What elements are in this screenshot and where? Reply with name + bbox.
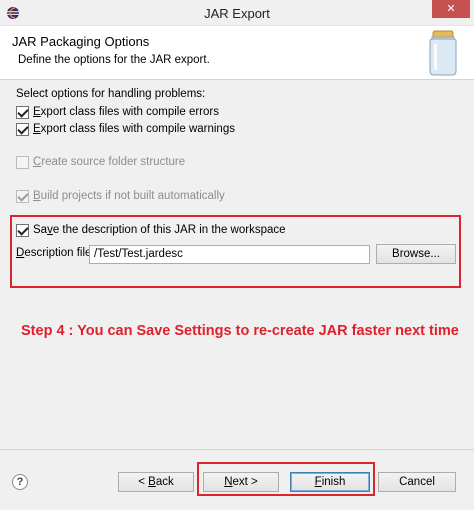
- step-annotation: Step 4 : You can Save Settings to re-cre…: [21, 323, 459, 339]
- page-title: JAR Packaging Options: [12, 34, 150, 49]
- description-file-label: Description file:: [16, 247, 95, 259]
- build-projects-label: Build projects if not built automaticall…: [33, 190, 225, 202]
- wizard-footer: ? < Back Next > Finish Cancel: [0, 450, 474, 510]
- export-warnings-label: Export class files with compile warnings: [33, 123, 235, 135]
- window-title: JAR Export: [204, 6, 270, 21]
- close-icon: ✕: [446, 3, 456, 15]
- export-errors-option[interactable]: Export class files with compile errors: [16, 105, 219, 119]
- wizard-content: Select options for handling problems: Ex…: [0, 80, 474, 450]
- close-button[interactable]: ✕: [432, 0, 470, 18]
- page-description: Define the options for the JAR export.: [18, 54, 210, 66]
- jar-icon: [429, 30, 457, 76]
- save-description-option[interactable]: Save the description of this JAR in the …: [16, 223, 286, 237]
- create-source-option: Create source folder structure: [16, 155, 185, 169]
- save-description-label: Save the description of this JAR in the …: [33, 224, 286, 236]
- build-projects-checkbox: [16, 189, 29, 203]
- title-bar: JAR Export ✕: [0, 0, 474, 26]
- export-errors-label: Export class files with compile errors: [33, 106, 219, 118]
- save-description-checkbox[interactable]: [16, 223, 29, 237]
- finish-button[interactable]: Finish: [290, 472, 370, 492]
- export-warnings-option[interactable]: Export class files with compile warnings: [16, 122, 235, 136]
- cancel-button[interactable]: Cancel: [378, 472, 456, 492]
- next-button[interactable]: Next >: [203, 472, 279, 492]
- create-source-checkbox: [16, 155, 29, 169]
- export-warnings-checkbox[interactable]: [16, 122, 29, 136]
- description-file-input[interactable]: /Test/Test.jardesc: [89, 245, 370, 264]
- export-errors-checkbox[interactable]: [16, 105, 29, 119]
- help-icon[interactable]: ?: [12, 474, 28, 490]
- build-projects-option: Build projects if not built automaticall…: [16, 189, 225, 203]
- handling-options-heading: Select options for handling problems:: [16, 88, 206, 100]
- browse-button[interactable]: Browse...: [376, 244, 456, 264]
- create-source-label: Create source folder structure: [33, 156, 186, 168]
- wizard-header: JAR Packaging Options Define the options…: [0, 26, 474, 80]
- back-button[interactable]: < Back: [118, 472, 194, 492]
